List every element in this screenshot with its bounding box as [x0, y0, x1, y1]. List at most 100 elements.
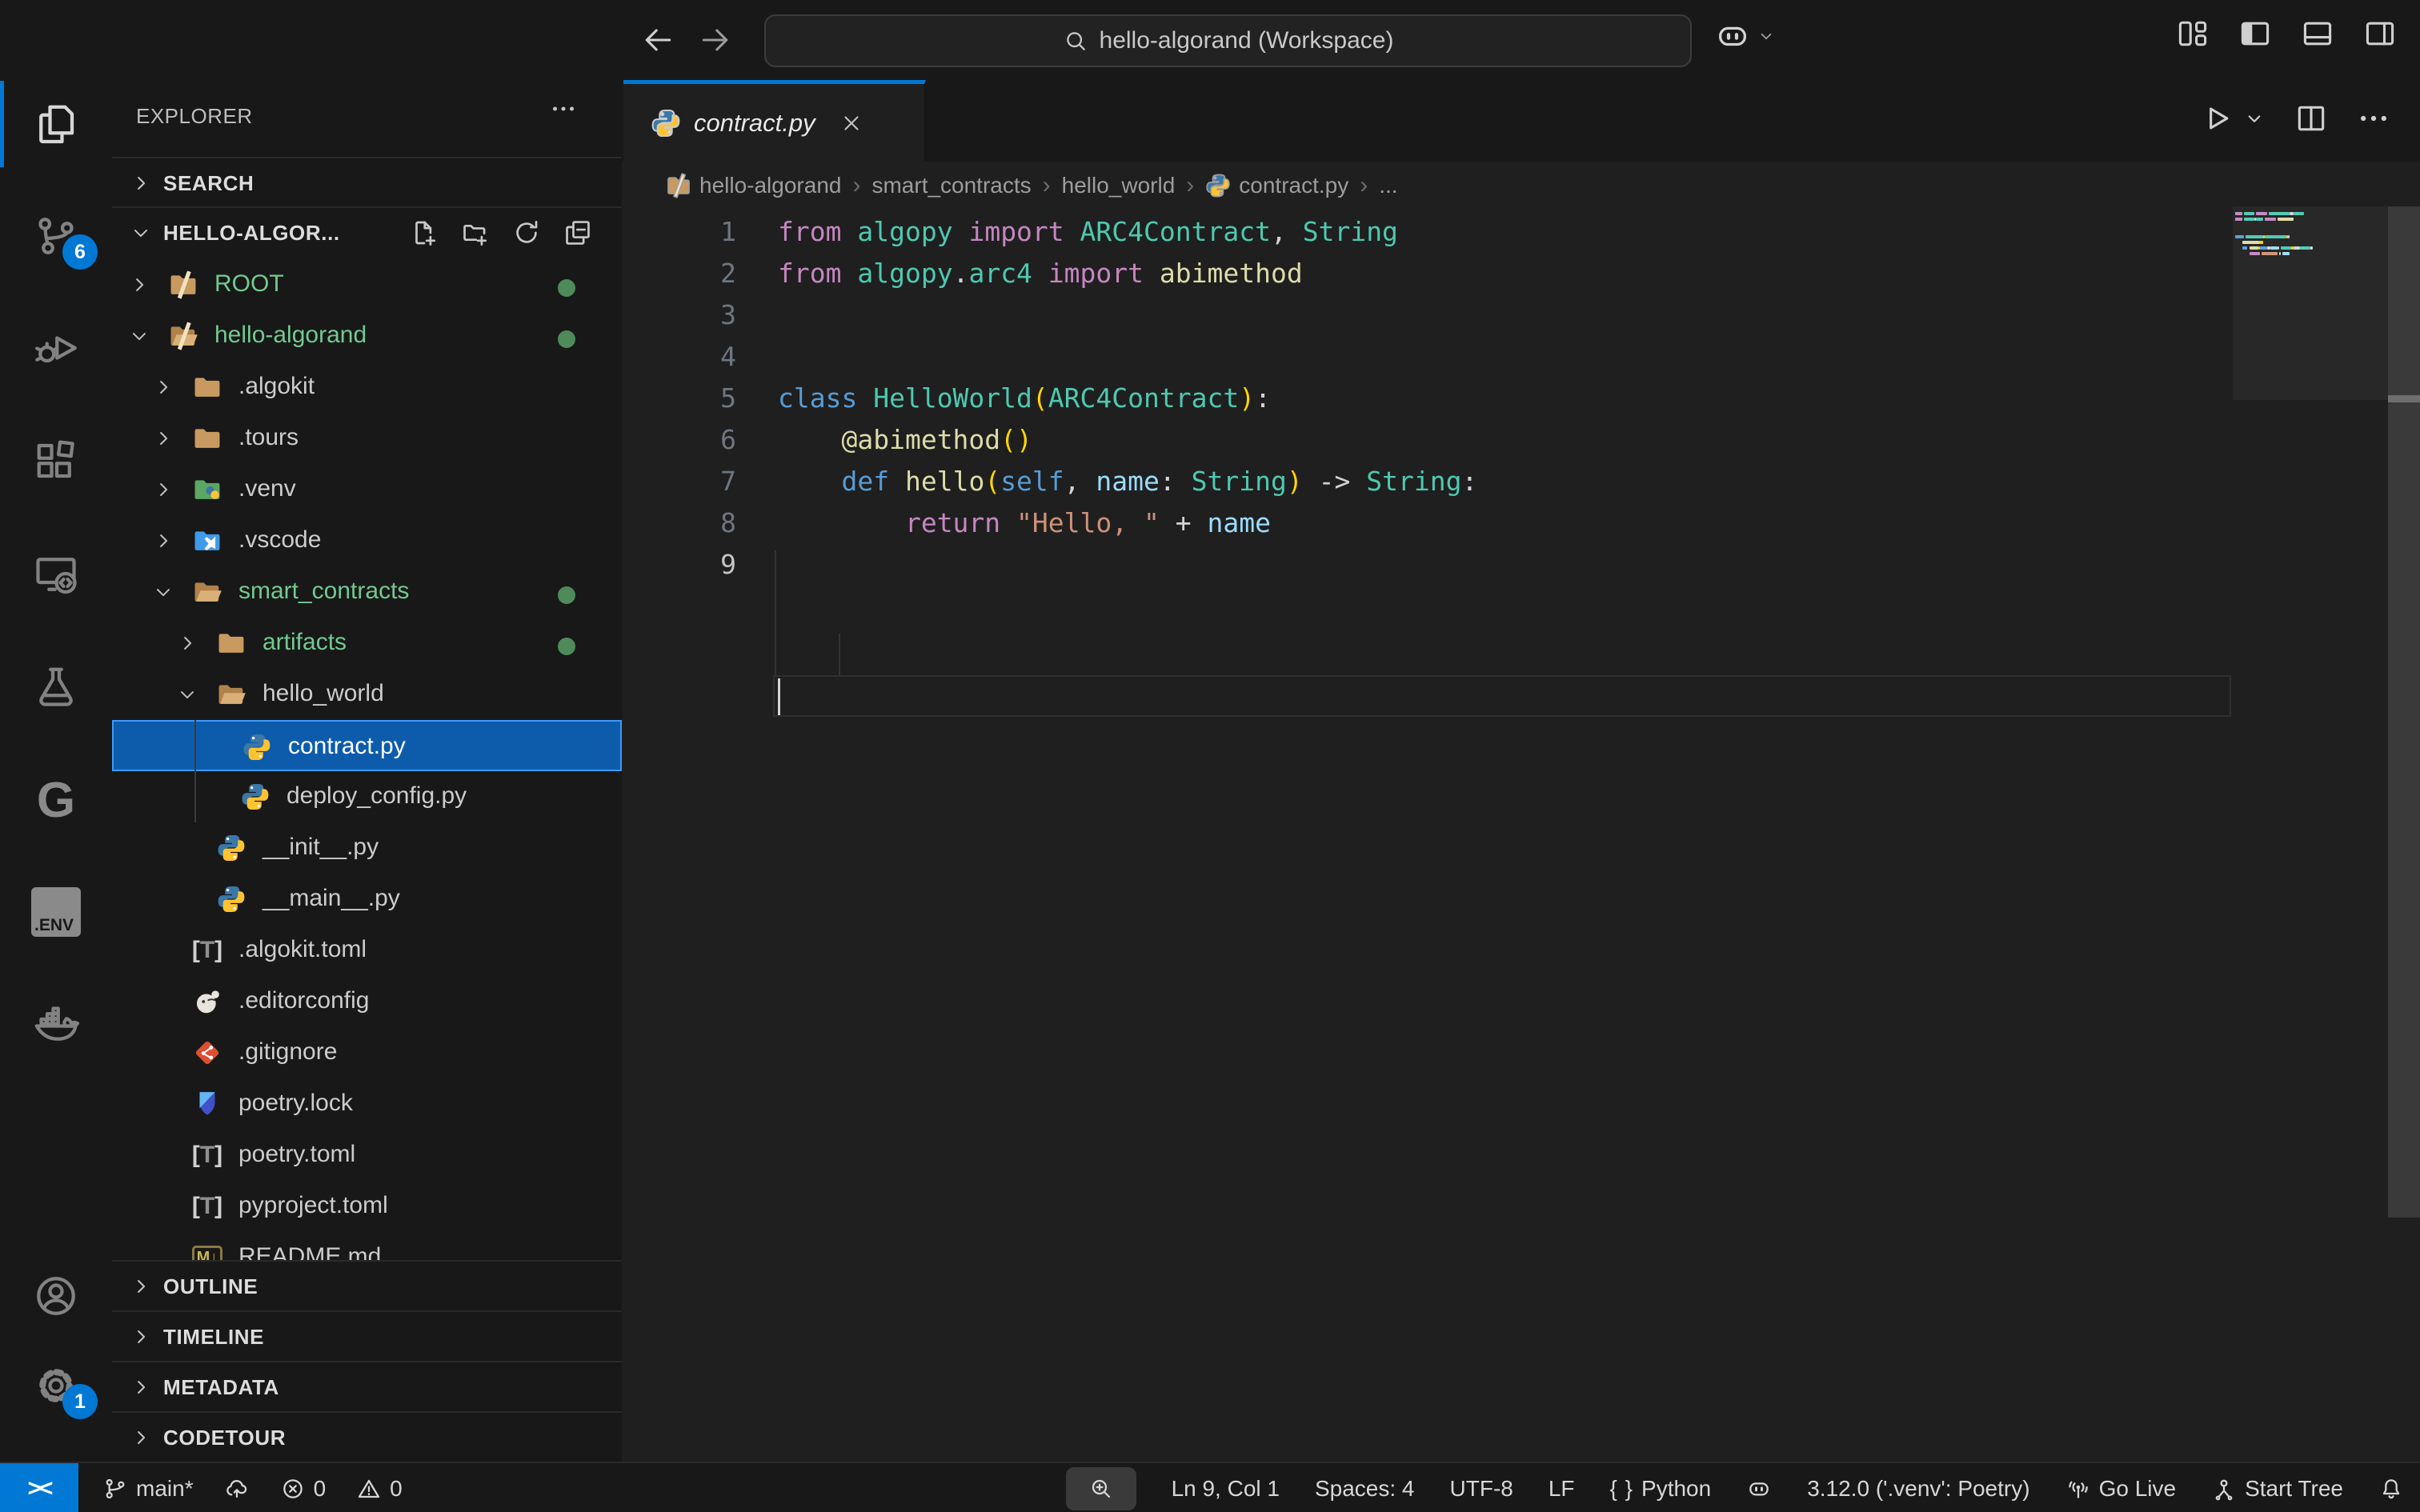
- breadcrumb-item-hello-world[interactable]: hello_world: [1062, 173, 1176, 198]
- chev-right-icon: [128, 274, 150, 296]
- section-metadata[interactable]: METADATA: [112, 1361, 622, 1412]
- line-number: 3: [622, 294, 736, 336]
- tree-item-hello-world[interactable]: hello_world: [112, 669, 622, 720]
- activity-item-dotenv[interactable]: .ENV: [0, 885, 112, 939]
- editor-scrollbar[interactable]: [2388, 206, 2420, 1218]
- remote-indicator[interactable]: ><: [0, 1463, 78, 1512]
- split-editor-icon[interactable]: [2294, 101, 2329, 136]
- new-file-icon[interactable]: [409, 218, 439, 248]
- collapse-all-icon[interactable]: [563, 218, 593, 248]
- section-codetour[interactable]: CODETOUR: [112, 1411, 622, 1462]
- accounts-icon: [32, 1272, 80, 1320]
- status-item-zoom[interactable]: [1066, 1467, 1136, 1510]
- status-item-indentation[interactable]: Spaces: 4: [1315, 1463, 1415, 1512]
- tree-item-pyproject-toml[interactable]: [T]pyproject.toml: [112, 1181, 622, 1232]
- tree-item--init-py[interactable]: __init__.py: [112, 822, 622, 874]
- folder-icon: [192, 372, 222, 402]
- chev-right-icon: [152, 427, 174, 450]
- python-icon: [216, 833, 246, 863]
- tree-item--vscode[interactable]: .vscode: [112, 515, 622, 566]
- run-dropdown-icon[interactable]: [2242, 106, 2266, 130]
- code-line-8: return "Hello, " + name: [778, 502, 1271, 544]
- section-search[interactable]: SEARCH: [112, 157, 622, 208]
- editorconfig-icon: [192, 986, 222, 1017]
- status-item-cursor-position[interactable]: Ln 9, Col 1: [1172, 1463, 1280, 1512]
- chev-right-icon: [130, 1426, 152, 1449]
- activity-item-settings[interactable]: 1: [0, 1358, 112, 1413]
- toggle-secondary-sidebar-icon[interactable]: [2362, 16, 2398, 51]
- copilot-menu-button[interactable]: [1714, 18, 1777, 54]
- tree-item-root[interactable]: ROOT: [112, 259, 622, 310]
- tree-item--venv[interactable]: .venv: [112, 464, 622, 515]
- line-number: 7: [622, 461, 736, 502]
- breadcrumb-item-contract-py[interactable]: contract.py: [1205, 173, 1348, 198]
- line-number: 4: [622, 336, 736, 378]
- tree-item--editorconfig[interactable]: .editorconfig: [112, 976, 622, 1027]
- testing-icon: [32, 662, 80, 710]
- breadcrumb-item-hello-algorand[interactable]: hello-algorand: [666, 173, 841, 198]
- status-item-label: 0: [390, 1476, 403, 1502]
- section-workspace[interactable]: HELLO-ALGOR...: [112, 206, 622, 258]
- status-item-encoding[interactable]: UTF-8: [1450, 1463, 1513, 1512]
- line-number: 1: [622, 211, 736, 253]
- status-item-go-live[interactable]: Go Live: [2065, 1463, 2177, 1512]
- tree-item-smart-contracts[interactable]: smart_contracts: [112, 566, 622, 618]
- status-item-language-mode[interactable]: { }Python: [1610, 1463, 1712, 1512]
- refresh-icon[interactable]: [511, 218, 542, 248]
- toggle-sidebar-icon[interactable]: [2238, 16, 2273, 51]
- section-outline[interactable]: OUTLINE: [112, 1260, 622, 1311]
- tree-item-contract-py[interactable]: contract.py: [112, 720, 622, 771]
- tree-item-label: __init__.py: [262, 834, 379, 861]
- tree-item-deploy-config-py[interactable]: deploy_config.py: [112, 771, 622, 822]
- status-item-python-interpreter[interactable]: 3.12.0 ('.venv': Poetry): [1807, 1463, 2029, 1512]
- line-number: 5: [622, 378, 736, 419]
- tree-item-artifacts[interactable]: artifacts: [112, 618, 622, 669]
- tree-item-hello-algorand[interactable]: hello-algorand: [112, 310, 622, 362]
- new-folder-icon[interactable]: [460, 218, 491, 248]
- tree-item-poetry-toml[interactable]: [T]poetry.toml: [112, 1130, 622, 1181]
- activity-item-accounts[interactable]: [0, 1269, 112, 1323]
- activity-item-run-debug[interactable]: [0, 321, 112, 375]
- close-icon[interactable]: [839, 111, 863, 135]
- activity-item-explorer[interactable]: [0, 97, 112, 151]
- status-item-start-tree[interactable]: Start Tree: [2211, 1463, 2343, 1512]
- status-item-eol[interactable]: LF: [1549, 1463, 1575, 1512]
- breadcrumb-item--[interactable]: ...: [1379, 173, 1397, 198]
- tree-item--gitignore[interactable]: .gitignore: [112, 1027, 622, 1078]
- status-item-copilot[interactable]: [1746, 1463, 1772, 1512]
- status-item-notifications[interactable]: [2378, 1463, 2404, 1512]
- code-line-7: def hello(self, name: String) -> String:: [778, 461, 1477, 502]
- activity-item-extensions[interactable]: [0, 433, 112, 487]
- status-item-errors[interactable]: 0: [280, 1463, 327, 1512]
- tree-item-label: contract.py: [288, 733, 406, 760]
- status-item-publish[interactable]: [224, 1463, 250, 1512]
- tree-item--algokit[interactable]: .algokit: [112, 362, 622, 413]
- activity-item-algokit[interactable]: G: [0, 773, 112, 827]
- activity-item-remote-explorer[interactable]: [0, 547, 112, 602]
- activity-item-source-control[interactable]: 6: [0, 209, 112, 263]
- status-item-label: Start Tree: [2245, 1476, 2343, 1502]
- customize-layout-icon[interactable]: [2175, 16, 2210, 51]
- command-center-search[interactable]: hello-algorand (Workspace): [764, 14, 1692, 67]
- status-item-warnings[interactable]: 0: [356, 1463, 403, 1512]
- tree-item-label: artifacts: [262, 629, 347, 656]
- tree-item--main-py[interactable]: __main__.py: [112, 874, 622, 925]
- more-actions-icon[interactable]: [2356, 101, 2391, 136]
- more-actions-icon[interactable]: [549, 94, 578, 123]
- tree-item-label: ROOT: [214, 270, 284, 298]
- run-button-icon[interactable]: [2199, 101, 2234, 136]
- tab-contract-py[interactable]: contract.py: [623, 80, 926, 162]
- status-item-branch[interactable]: main*: [102, 1463, 194, 1512]
- toggle-panel-icon[interactable]: [2300, 16, 2335, 51]
- tree-item--algokit-toml[interactable]: [T].algokit.toml: [112, 925, 622, 976]
- activity-item-docker[interactable]: [0, 997, 112, 1051]
- minimap-slider[interactable]: [2233, 206, 2388, 400]
- section-timeline[interactable]: TIMELINE: [112, 1310, 622, 1362]
- breadcrumb-item-smart-contracts[interactable]: smart_contracts: [871, 173, 1031, 198]
- back-arrow-icon[interactable]: [632, 14, 683, 66]
- forward-arrow-icon[interactable]: [690, 14, 741, 66]
- activity-item-testing[interactable]: [0, 659, 112, 714]
- section-label: METADATA: [163, 1375, 279, 1400]
- tree-item-poetry-lock[interactable]: poetry.lock: [112, 1078, 622, 1130]
- tree-item--tours[interactable]: .tours: [112, 413, 622, 464]
